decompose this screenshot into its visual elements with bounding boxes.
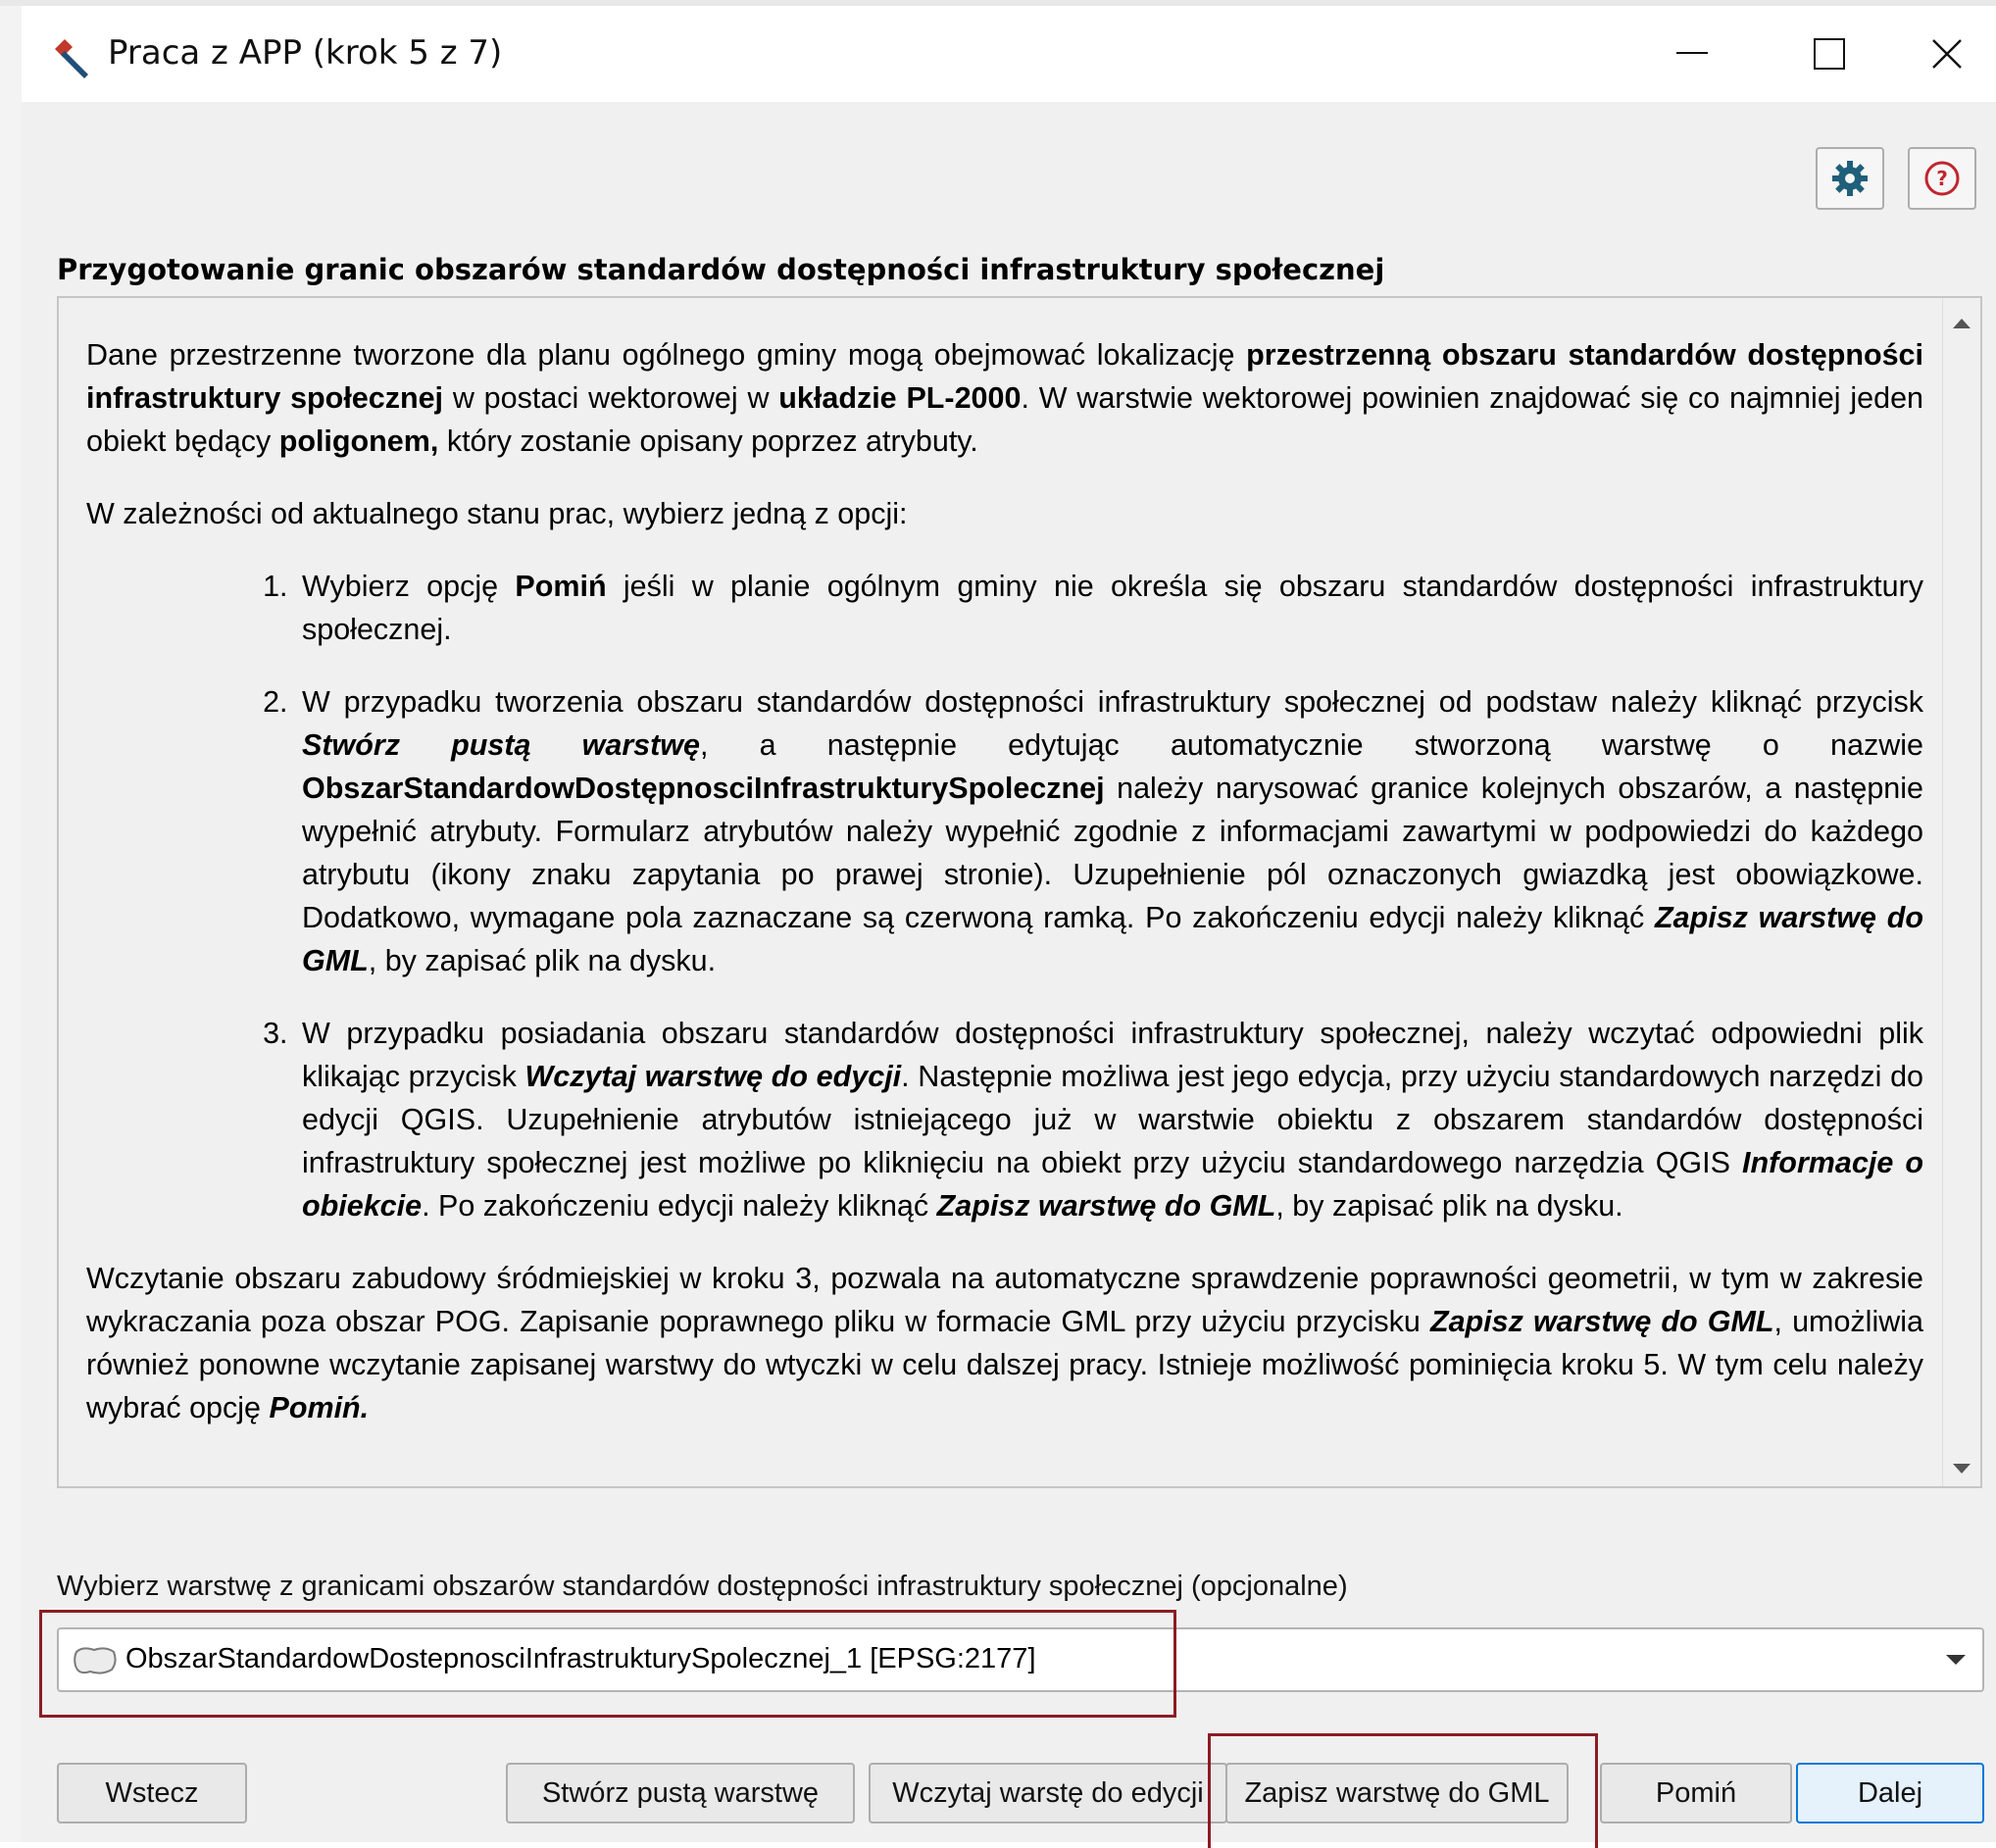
next-button[interactable]: Dalej	[1796, 1763, 1984, 1823]
list-item: W przypadku tworzenia obszaru standardów…	[296, 680, 1923, 982]
selected-layer-value: ObszarStandardowDostepnosciInfrastruktur…	[125, 1643, 1036, 1674]
hammer-icon	[55, 39, 88, 78]
options-intro: W zależności od aktualnego stanu prac, w…	[86, 497, 908, 530]
section-heading: Przygotowanie granic obszarów standardów…	[57, 253, 1385, 286]
vertical-scrollbar[interactable]	[1942, 298, 1980, 1486]
instructions-text: Dane przestrzenne tworzone dla planu ogó…	[86, 333, 1923, 1459]
dialog-window: Praca z APP (krok 5 z 7) ? Przygotowanie…	[22, 6, 1996, 1848]
back-button[interactable]: Wstecz	[57, 1763, 247, 1823]
instructions-text-area[interactable]: Dane przestrzenne tworzone dla planu ogó…	[57, 296, 1982, 1488]
save-to-gml-button[interactable]: Zapisz warstwę do GML	[1225, 1763, 1569, 1823]
scroll-down-button[interactable]	[1943, 1451, 1980, 1486]
window-title: Praca z APP (krok 5 z 7)	[108, 33, 503, 73]
question-icon: ?	[1924, 161, 1960, 196]
arrow-down-icon	[1953, 1464, 1971, 1473]
minimize-button[interactable]	[1623, 6, 1761, 102]
layer-select-label: Wybierz warstwę z granicami obszarów sta…	[57, 1571, 1348, 1602]
minimize-icon	[1676, 52, 1708, 54]
create-empty-layer-button[interactable]: Stwórz pustą warstwę	[506, 1763, 855, 1823]
maximize-icon	[1814, 38, 1845, 70]
layer-select-dropdown[interactable]: ObszarStandardowDostepnosciInfrastruktur…	[57, 1627, 1984, 1692]
scroll-up-button[interactable]	[1943, 306, 1980, 341]
maximize-button[interactable]	[1761, 6, 1898, 102]
title-bar[interactable]: Praca z APP (krok 5 z 7)	[22, 6, 1996, 102]
arrow-up-icon	[1953, 319, 1971, 328]
close-icon	[1932, 39, 1962, 69]
polygon-layer-icon	[74, 1647, 117, 1674]
list-item: Wybierz opcję Pomiń jeśli w planie ogóln…	[296, 565, 1923, 651]
background-app-strip	[0, 0, 24, 1842]
help-button[interactable]: ?	[1908, 147, 1976, 210]
chevron-down-icon	[1946, 1655, 1966, 1665]
gear-icon	[1832, 161, 1868, 196]
svg-text:?: ?	[1936, 167, 1948, 190]
options-list: Wybierz opcję Pomiń jeśli w planie ogóln…	[86, 565, 1923, 1227]
settings-button[interactable]	[1816, 147, 1884, 210]
intro-paragraph: Dane przestrzenne tworzone dla planu ogó…	[86, 338, 1923, 458]
load-layer-for-edit-button[interactable]: Wczytaj warstę do edycji	[869, 1763, 1227, 1823]
closing-paragraph: Wczytanie obszaru zabudowy śródmiejskiej…	[86, 1262, 1923, 1424]
list-item: W przypadku posiadania obszaru standardó…	[296, 1012, 1923, 1227]
close-button[interactable]	[1898, 6, 1996, 102]
skip-button[interactable]: Pomiń	[1600, 1763, 1792, 1823]
